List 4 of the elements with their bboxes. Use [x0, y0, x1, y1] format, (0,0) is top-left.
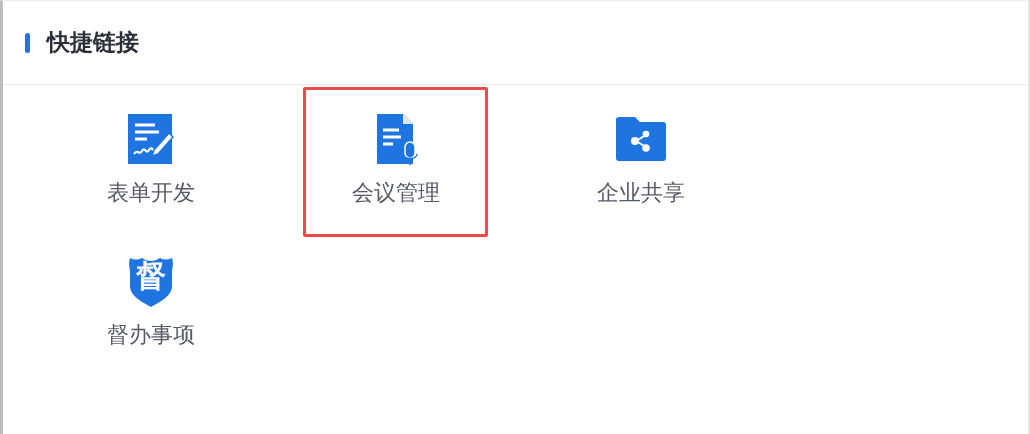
quick-link[interactable]: 企业共享: [548, 87, 733, 237]
accent-bar: [25, 32, 30, 53]
panel-title: 快捷链接: [47, 28, 139, 58]
quick-link[interactable]: 会议管理: [303, 87, 488, 237]
